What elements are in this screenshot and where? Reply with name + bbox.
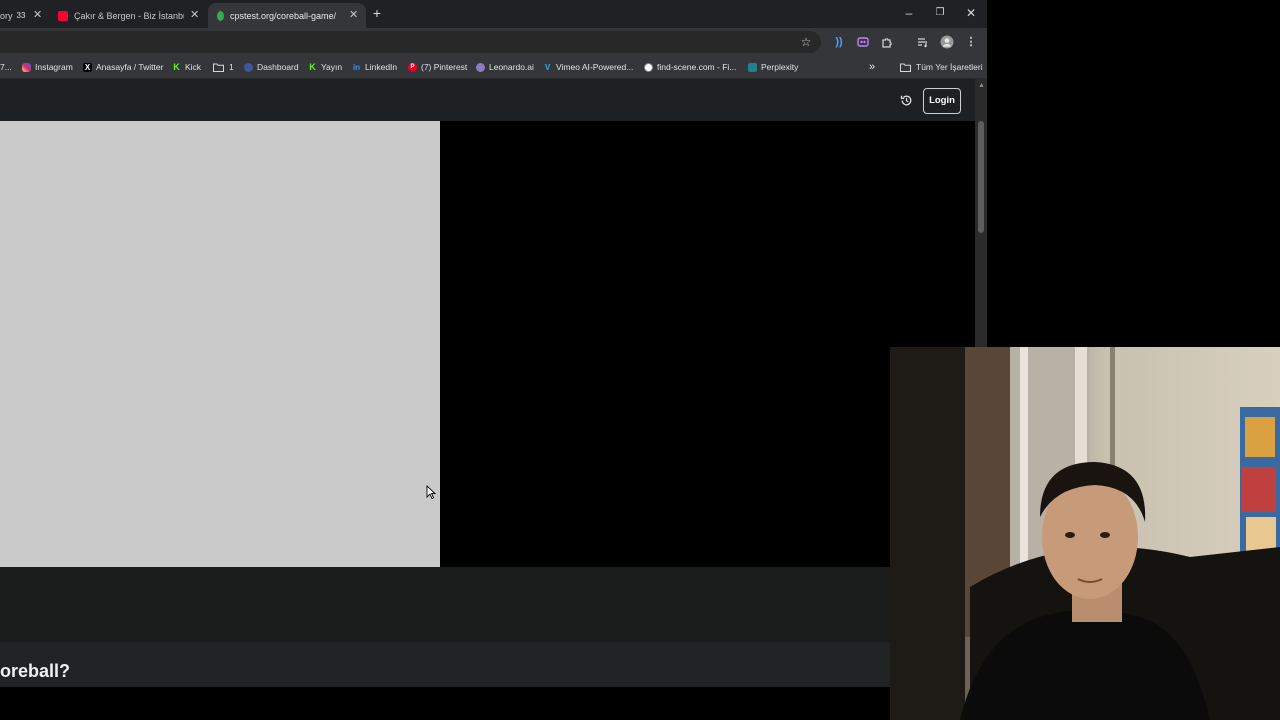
instagram-icon [22,62,31,72]
bookmark-star-icon[interactable]: ☆ [798,34,814,50]
vimeo-icon: V [544,62,551,72]
content-band [0,567,975,642]
bookmark-yayin[interactable]: K Yayın [308,56,342,78]
kick-icon: K [309,62,316,72]
browser-menu-icon[interactable]: ⋮ [963,34,979,50]
globe-icon [644,62,653,72]
tab-title: cpstest.org/coreball-game/ [230,10,337,21]
folder-icon [213,63,224,72]
folder-icon [900,63,911,72]
bookmark-label: (7) Pinterest [421,62,468,72]
game-canvas[interactable] [0,121,440,567]
media-control-icon[interactable] [915,34,931,50]
section-heading: oreball? [0,661,71,681]
login-button[interactable]: Login [923,88,961,114]
bookmark-perplexity[interactable]: Perplexity [748,56,798,78]
heading-band [0,642,975,687]
linkedin-icon: in [352,62,361,72]
address-bar[interactable] [0,31,821,53]
bookmark-pinterest[interactable]: P (7) Pinterest [408,56,467,78]
bookmark-find-scene[interactable]: find-scene.com - Fi... [644,56,736,78]
tab-close-icon[interactable]: ✕ [33,8,42,21]
mouse-cursor-icon [426,485,436,500]
leonardo-icon [476,62,485,72]
bookmark-label: 7... [0,62,12,72]
tab-close-icon[interactable]: ✕ [190,8,199,21]
bookmarks-overflow-button[interactable]: » [869,56,875,78]
cpstest-icon [217,10,224,21]
bookmark-label: Anasayfa / Twitter [96,62,164,72]
x-icon: X [83,62,92,72]
bookmark-folder-1[interactable]: 1 [213,56,234,78]
webcam-video-image [890,347,1280,720]
game-area-background [440,121,960,567]
profile-avatar-icon[interactable] [939,34,955,50]
bookmark-label: Perplexity [761,62,799,72]
tab-youtube[interactable]: Çakır & Bergen - Biz İstanbulla ✕ [50,3,205,28]
maximize-button[interactable]: ❐ [930,4,950,22]
bookmark-label: Yayın [321,62,343,72]
scroll-up-arrow-icon[interactable]: ▲ [978,82,985,89]
tab-history[interactable]: ory 33 ✕ [0,3,46,28]
all-bookmarks-folder[interactable]: Tüm Yer İşaretleri [900,56,983,78]
bookmark-label: Instagram [35,62,73,72]
bookmark-vimeo[interactable]: V Vimeo AI-Powered... [543,56,634,78]
bookmark-label: Kick [185,62,202,72]
tab-cpstest[interactable]: cpstest.org/coreball-game/ ✕ [208,3,366,28]
dashboard-icon [244,62,253,72]
tab-strip: ory 33 ✕ Çakır & Bergen - Biz İstanbulla… [0,0,987,28]
extension-icon[interactable] [855,34,871,50]
new-tab-button[interactable]: + [369,6,385,22]
bookmark-label: LinkedIn [365,62,398,72]
extension-audio-icon[interactable]: )) [831,34,847,50]
kick-icon: K [173,62,180,72]
close-window-button[interactable]: ✕ [961,4,981,22]
browser-window: ory 33 ✕ Çakır & Bergen - Biz İstanbulla… [0,0,987,720]
bookmark-dashboard[interactable]: Dashboard [244,56,299,78]
perplexity-icon [748,62,757,72]
bookmark-twitter[interactable]: X Anasayfa / Twitter [83,56,163,78]
tab-title: Çakır & Bergen - Biz İstanbulla [74,10,184,21]
all-bookmarks-label: Tüm Yer İşaretleri [916,62,983,72]
tab-close-icon[interactable]: ✕ [349,8,358,21]
history-icon[interactable] [896,91,916,111]
site-header: Login [0,79,975,121]
bookmark-label: Leonardo.ai [489,62,534,72]
bookmark-kick[interactable]: K Kick [172,56,201,78]
bookmark-instagram[interactable]: Instagram [22,56,73,78]
bookmark-linkedin[interactable]: in LinkedIn [352,56,397,78]
bookmark-label: 1 [229,62,234,72]
bookmark-item[interactable]: 7... [0,56,12,78]
extensions-puzzle-icon[interactable] [879,34,895,50]
scrollbar-thumb[interactable] [978,121,984,233]
page-content: Login oreball? ▲ [0,79,987,720]
tab-title: ory [0,10,13,21]
bookmark-label: Vimeo AI-Powered... [556,62,634,72]
bookmark-label: Dashboard [257,62,299,72]
tab-badge: 33 [16,11,26,20]
youtube-icon [58,10,68,21]
bookmarks-bar: 7... Instagram X Anasayfa / Twitter K Ki… [0,56,987,79]
bookmark-label: find-scene.com - Fi... [657,62,737,72]
pinterest-icon: P [408,62,417,72]
webcam-overlay [890,347,1280,720]
bookmark-leonardo[interactable]: Leonardo.ai [476,56,534,78]
minimize-button[interactable]: – [899,4,919,22]
